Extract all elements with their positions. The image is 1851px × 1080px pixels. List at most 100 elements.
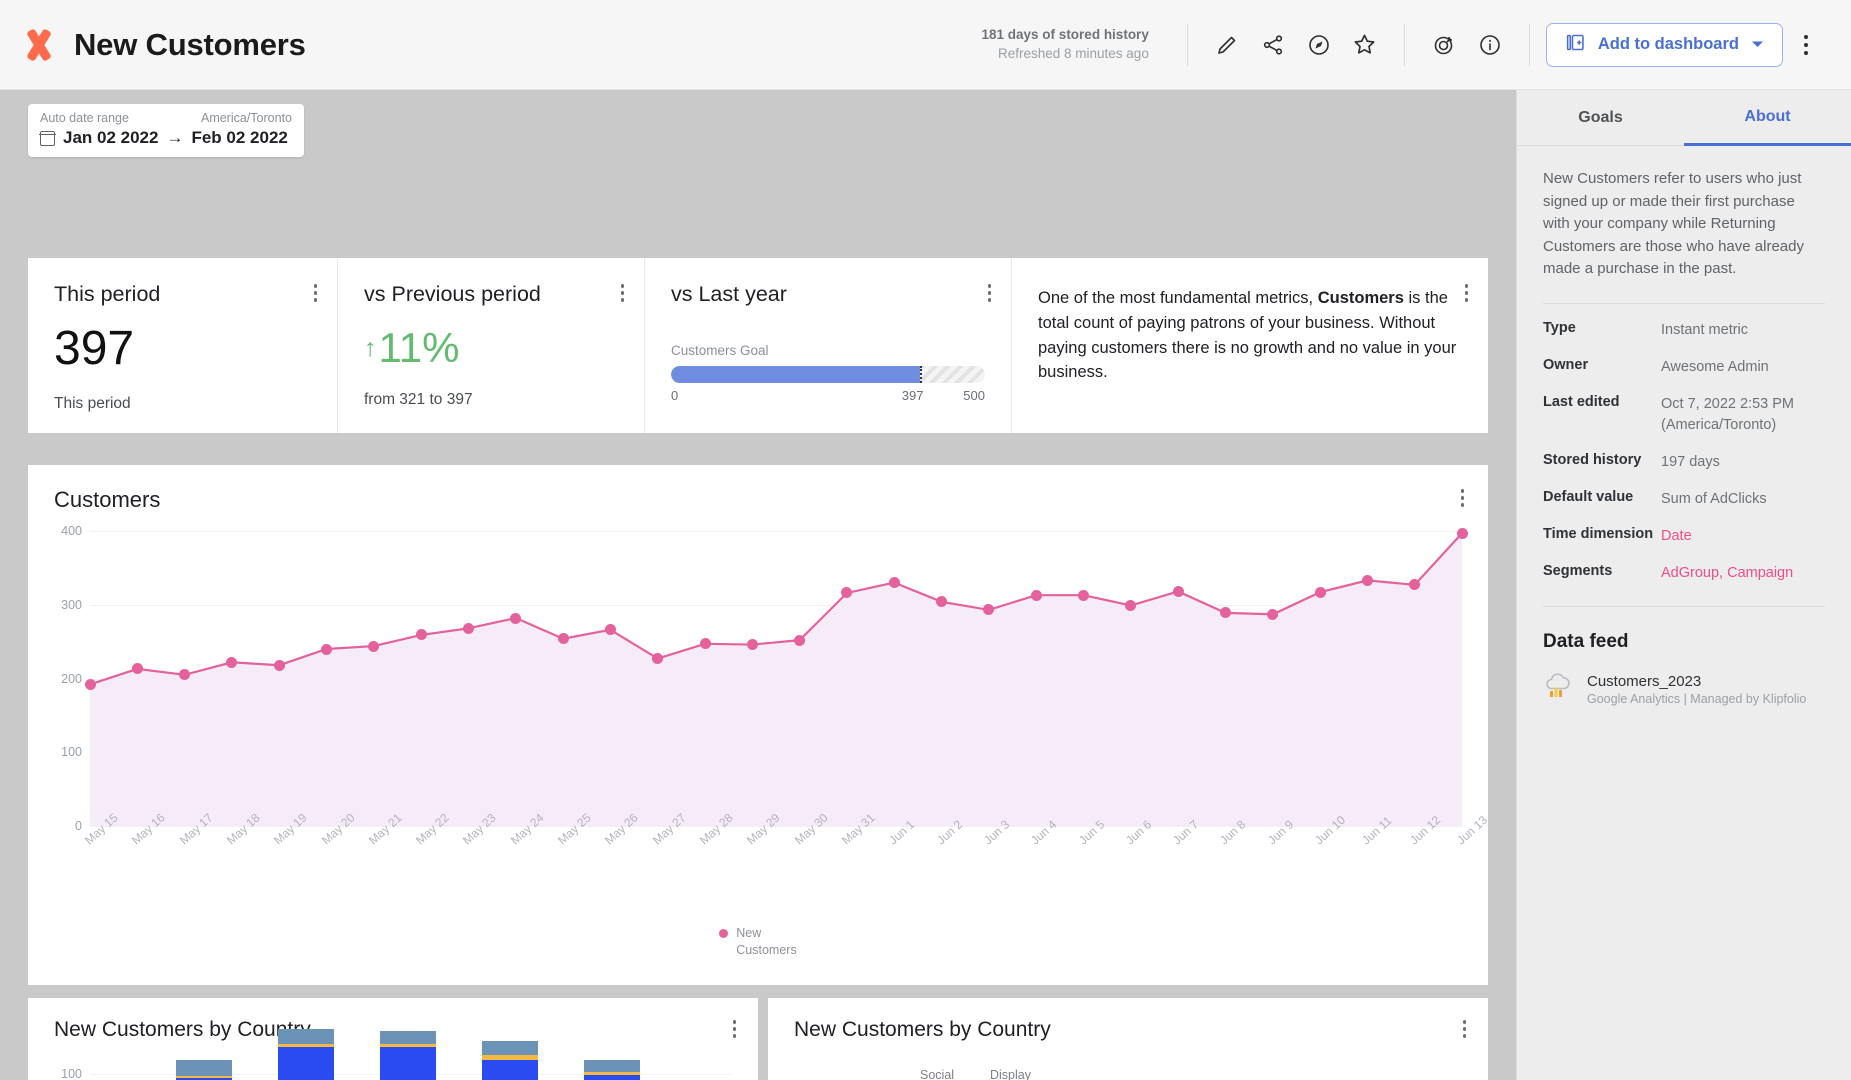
more-vertical-icon[interactable] (1783, 22, 1829, 68)
field-value: Instant metric (1661, 321, 1749, 338)
data-feed-item[interactable]: Customers_2023 Google Analytics | Manage… (1543, 673, 1825, 706)
timezone-label: America/Toronto (200, 111, 292, 125)
this-period-subtitle: This period (54, 395, 131, 412)
vs-previous-value: 11% (378, 324, 460, 371)
vs-previous-title: vs Previous period (364, 282, 541, 306)
data-point[interactable] (1361, 574, 1373, 586)
pie-chart-menu-icon[interactable] (1462, 1020, 1466, 1038)
sidebar-field: Stored history 197 days (1543, 436, 1825, 473)
bar-column[interactable] (176, 1059, 232, 1080)
goal-fill (671, 366, 921, 383)
data-point[interactable] (84, 678, 96, 690)
data-point[interactable] (1314, 586, 1326, 598)
data-point[interactable] (1456, 527, 1468, 539)
share-icon[interactable] (1250, 22, 1296, 68)
stored-history-info: 181 days of stored history Refreshed 8 m… (982, 26, 1149, 62)
pie-leader-lines (768, 1050, 1488, 1080)
legend-color-swatch (719, 929, 729, 939)
description-pre: One of the most fundamental metrics, (1038, 289, 1318, 307)
auto-date-range-label: Auto date range (40, 111, 129, 125)
bar-segment (380, 1030, 436, 1045)
sidebar-field: Time dimension Date (1543, 510, 1825, 547)
bar-segment (584, 1074, 640, 1080)
y-tick-label: 100 (61, 745, 82, 760)
data-point[interactable] (368, 640, 380, 652)
details-sidebar: Goals About New Customers refer to users … (1516, 90, 1851, 1080)
top-bar-actions: 181 days of stored history Refreshed 8 m… (982, 22, 1829, 68)
bar-series (90, 1029, 732, 1080)
date-range-end: Feb 02 2022 (191, 128, 288, 147)
divider (1528, 23, 1530, 66)
compass-icon[interactable] (1296, 22, 1342, 68)
pie-chart-title: New Customers by Country (794, 1018, 1051, 1041)
line-chart-x-axis: May 15 May 16 May 17 May 18 May 19 May 20 May … (82, 811, 1490, 901)
goal-marker (920, 366, 923, 383)
line-chart-svg (90, 531, 1462, 826)
bar-column[interactable] (482, 1041, 538, 1080)
description-menu-icon[interactable] (1464, 284, 1468, 302)
vs-previous-menu-icon[interactable] (620, 284, 624, 302)
refreshed-label: Refreshed 8 minutes ago (997, 45, 1149, 61)
field-key: Stored history (1543, 451, 1642, 468)
sidebar-field-list: Type Instant metric Owner Awesome Admin Last… (1543, 304, 1825, 584)
goal-scale-min: 0 (671, 388, 679, 403)
data-feed-name: Customers_2023 (1587, 672, 1702, 690)
trend-up-arrow-icon: ↑ (364, 333, 377, 362)
chevron-down-icon (1751, 35, 1764, 54)
pencil-icon[interactable] (1204, 22, 1250, 68)
data-point[interactable] (557, 633, 569, 645)
goal-scale: 0 397 500 (671, 388, 985, 406)
vs-last-year-title: vs Last year (671, 282, 787, 306)
data-point[interactable] (1267, 608, 1279, 620)
bar-chart-menu-icon[interactable] (732, 1020, 736, 1038)
data-point[interactable] (462, 622, 474, 634)
field-key: Time dimension (1543, 525, 1654, 542)
tab-about[interactable]: About (1684, 90, 1851, 146)
field-value: 197 days (1661, 453, 1720, 470)
goal-scale-current: 397 (901, 388, 924, 403)
bar-column[interactable] (380, 1030, 436, 1080)
field-value: Awesome Admin (1661, 358, 1769, 375)
bar-column[interactable] (584, 1059, 640, 1080)
brand: New Customers (22, 27, 306, 63)
data-point[interactable] (746, 639, 758, 651)
vs-last-year-menu-icon[interactable] (987, 284, 991, 302)
star-icon[interactable] (1342, 22, 1388, 68)
date-range-selector[interactable]: Auto date range America/Toronto Jan 02 2… (28, 104, 304, 157)
add-to-dashboard-button[interactable]: Add to dashboard (1545, 22, 1783, 67)
legend-label: New Customers (736, 926, 797, 958)
description-bold: Customers (1317, 289, 1404, 307)
data-point[interactable] (888, 577, 900, 589)
this-period-menu-icon[interactable] (313, 284, 317, 302)
klipfolio-x-logo-icon (22, 28, 56, 62)
bar-segment (584, 1059, 640, 1072)
data-point[interactable] (1030, 589, 1042, 601)
tab-goals[interactable]: Goals (1517, 90, 1684, 146)
bar-column[interactable] (278, 1029, 334, 1080)
bar-segment (482, 1041, 538, 1056)
bar-chart-area: 50100 (28, 1029, 758, 1080)
field-key: Segments (1543, 562, 1613, 579)
data-point[interactable] (1078, 589, 1090, 601)
field-value[interactable]: Date (1661, 526, 1692, 547)
field-value: Oct 7, 2022 2:53 PM (America/Toronto) (1661, 395, 1794, 433)
data-point[interactable] (699, 638, 711, 650)
customers-line-chart-card: Customers 0 100 200 300 400 May 15 May 16 May … (28, 465, 1490, 985)
data-point[interactable] (1172, 585, 1184, 597)
data-point[interactable] (321, 643, 333, 655)
date-range-start: Jan 02 2022 (63, 128, 159, 147)
bar-chart-plot (90, 1029, 732, 1080)
info-icon[interactable] (1467, 22, 1513, 68)
data-point[interactable] (510, 612, 522, 624)
target-icon[interactable] (1421, 22, 1467, 68)
data-point[interactable] (794, 634, 806, 646)
summary-strip: This period 397 This period vs Previous … (28, 258, 1488, 433)
field-value[interactable]: AdGroup, Campaign (1661, 563, 1793, 584)
cloud-chart-icon (1543, 673, 1574, 705)
line-chart-menu-icon[interactable] (1460, 489, 1464, 507)
sidebar-field: Segments AdGroup, Campaign (1543, 547, 1825, 584)
data-point[interactable] (273, 659, 285, 671)
data-feed-meta: Google Analytics | Managed by Klipfolio (1587, 691, 1807, 706)
field-key: Type (1543, 319, 1576, 336)
customers-goal-label: Customers Goal (671, 343, 769, 358)
